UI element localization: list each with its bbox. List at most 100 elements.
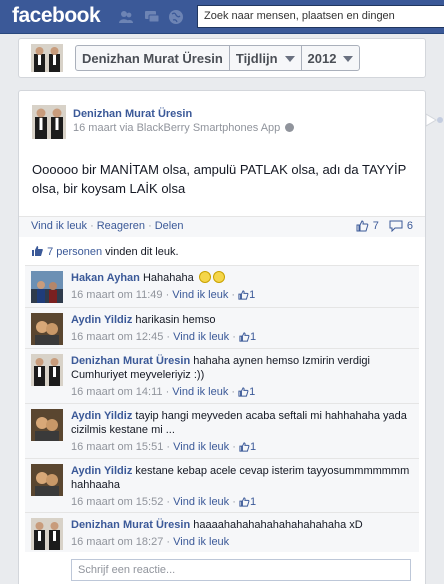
commenter-avatar[interactable] [31,271,63,303]
likes-summary: 7 personen vinden dit leuk. [19,240,425,264]
thumbs-up-icon [238,290,249,300]
post-card: Denizhan Murat Üresin 16 maart via Black… [18,90,426,584]
thumbs-up-icon [356,220,369,232]
comment-like-link[interactable]: Vind ik leuk [173,496,229,508]
search-input[interactable]: Zoek naar mensen, plaatsen en dingen [197,5,444,28]
comment-like-link[interactable]: Vind ik leuk [172,289,228,301]
smiley-emoji-icon [198,271,211,283]
comment-item: Hakan Ayhan Hahahaha 16 maart om 11:49 ·… [25,265,419,307]
comment-like-number: 1 [249,331,257,343]
comment-like-link[interactable]: Vind ik leuk [173,536,229,548]
chevron-down-icon [343,56,354,62]
comment-count[interactable]: 6 [407,220,413,232]
messages-icon[interactable] [144,9,160,25]
comment-like-number: 1 [249,441,257,453]
privacy-globe-icon[interactable] [285,123,295,132]
comment-item: Denizhan Murat Üresin hahaha aynen hemso… [25,348,419,403]
post-counts: 7 6 [356,220,413,232]
post-author-avatar[interactable] [32,105,66,139]
comment-author[interactable]: Aydin Yildiz [71,314,132,326]
comment-text: harikasin hemso [135,314,216,326]
comment-like-number: 1 [249,496,257,508]
reply-input[interactable]: Schrijf een reactie... [71,559,411,581]
commenter-avatar[interactable] [31,354,63,386]
comment-like-count[interactable]: 1 [239,441,256,453]
comment-time[interactable]: 16 maart om 11:49 [71,289,163,301]
comment-meta: 16 maart om 15:51 · Vind ik leuk · 1 [71,441,257,453]
facebook-logo[interactable]: facebook [12,4,101,28]
friend-requests-icon[interactable] [118,9,134,25]
thumbs-up-icon [238,387,249,397]
separator-dot: · [90,220,94,232]
comment-bubble-icon [389,220,403,232]
comment-body: Aydin Yildiz harikasin hemso 16 maart om… [71,313,411,344]
comment-time[interactable]: 16 maart om 15:52 [71,496,163,508]
separator-dot: · [148,220,152,232]
comment-like-count[interactable]: 1 [238,289,255,301]
profile-name-label: Denizhan Murat Üresin [82,50,223,66]
commenter-avatar[interactable] [31,464,63,496]
comment-item: Denizhan Murat Üresin haaaahahahahahahah… [25,512,419,552]
timeline-tab-dropdown[interactable]: Tijdlijn [230,46,302,70]
timeline-header: Denizhan Murat Üresin Tijdlijn 2012 [18,38,426,78]
comment-author[interactable]: Hakan Ayhan [71,272,140,284]
comment-time[interactable]: 16 maart om 14:11 [71,386,163,398]
like-count[interactable]: 7 [373,220,379,232]
commenter-avatar[interactable] [31,518,63,550]
comment-like-number: 1 [249,386,256,398]
post-actions-bar: Vind ik leuk · Reageren · Delen 7 6 [19,216,425,237]
comment-author[interactable]: Denizhan Murat Üresin [71,355,190,367]
share-link[interactable]: Delen [155,220,184,232]
comment-like-count[interactable]: 1 [239,331,256,343]
profile-name-button[interactable]: Denizhan Murat Üresin [76,46,230,70]
likers-link[interactable]: 7 personen [47,246,102,258]
comment-like-link[interactable]: Vind ik leuk [173,331,229,343]
comment-body: Hakan Ayhan Hahahaha 16 maart om 11:49 ·… [71,271,411,302]
profile-avatar[interactable] [31,44,63,72]
comment-body: Aydin Yildiz tayip hangi meyveden acaba … [71,409,411,454]
post-text: Oooooo bir MANİTAM olsa, ampulü PATLAK o… [32,162,407,196]
smiley-emoji-icon [212,271,225,283]
comment-time[interactable]: 16 maart om 18:27 [71,536,163,548]
year-dropdown[interactable]: 2012 [302,46,360,70]
comment-author[interactable]: Aydin Yildiz [71,465,132,477]
like-link[interactable]: Vind ik leuk [31,220,87,232]
likes-suffix: vinden dit leuk. [102,246,179,258]
comment-like-count[interactable]: 1 [238,386,255,398]
notifications-globe-icon[interactable] [168,9,184,25]
post-author-name[interactable]: Denizhan Murat Üresin [73,108,192,120]
comment-author[interactable]: Aydin Yildiz [71,410,132,422]
timeline-marker-icon [426,113,443,127]
thumbs-up-icon [239,497,250,507]
comment-author[interactable]: Denizhan Murat Üresin [71,519,190,531]
comment-like-link[interactable]: Vind ik leuk [173,441,229,453]
thumbs-up-icon [32,246,43,256]
commenter-avatar[interactable] [31,313,63,345]
comment-meta: 16 maart om 15:52 · Vind ik leuk · 1 [71,496,257,508]
comment-text: Hahahaha [142,272,194,284]
thumbs-up-icon [239,442,250,452]
comment-text: haaaahahahahahahahahahaha xD [193,519,363,531]
reply-link[interactable]: Reageren [97,220,145,232]
comment-like-link[interactable]: Vind ik leuk [172,386,228,398]
comment-meta: 16 maart om 11:49 · Vind ik leuk · 1 [71,289,256,301]
comment-time[interactable]: 16 maart om 12:45 [71,331,163,343]
thumbs-up-icon [239,332,250,342]
commenter-avatar[interactable] [31,409,63,441]
comment-like-number: 1 [249,289,256,301]
comment-item: Aydin Yildiz kestane kebap acele cevap i… [25,458,419,512]
year-label: 2012 [307,50,337,66]
comment-meta: 16 maart om 12:45 · Vind ik leuk · 1 [71,331,257,343]
comment-like-count[interactable]: 1 [239,496,256,508]
timeline-tab-label: Tijdlijn [235,50,278,66]
comment-body: Aydin Yildiz kestane kebap acele cevap i… [71,464,411,509]
timeline-button-bar: Denizhan Murat Üresin Tijdlijn 2012 [75,45,361,71]
comment-meta: 16 maart om 14:11 · Vind ik leuk · 1 [71,386,256,398]
comment-body: Denizhan Murat Üresin haaaahahahahahahah… [71,518,411,549]
comment-item: Aydin Yildiz tayip hangi meyveden acaba … [25,403,419,458]
chevron-down-icon [284,56,295,62]
top-navigation-bar: facebook Zoek naar mensen, plaatsen en d… [0,0,444,34]
comment-body: Denizhan Murat Üresin hahaha aynen hemso… [71,354,411,399]
post-timestamp[interactable]: 16 maart via BlackBerry Smartphones App [73,122,280,134]
comment-time[interactable]: 16 maart om 15:51 [71,441,163,453]
